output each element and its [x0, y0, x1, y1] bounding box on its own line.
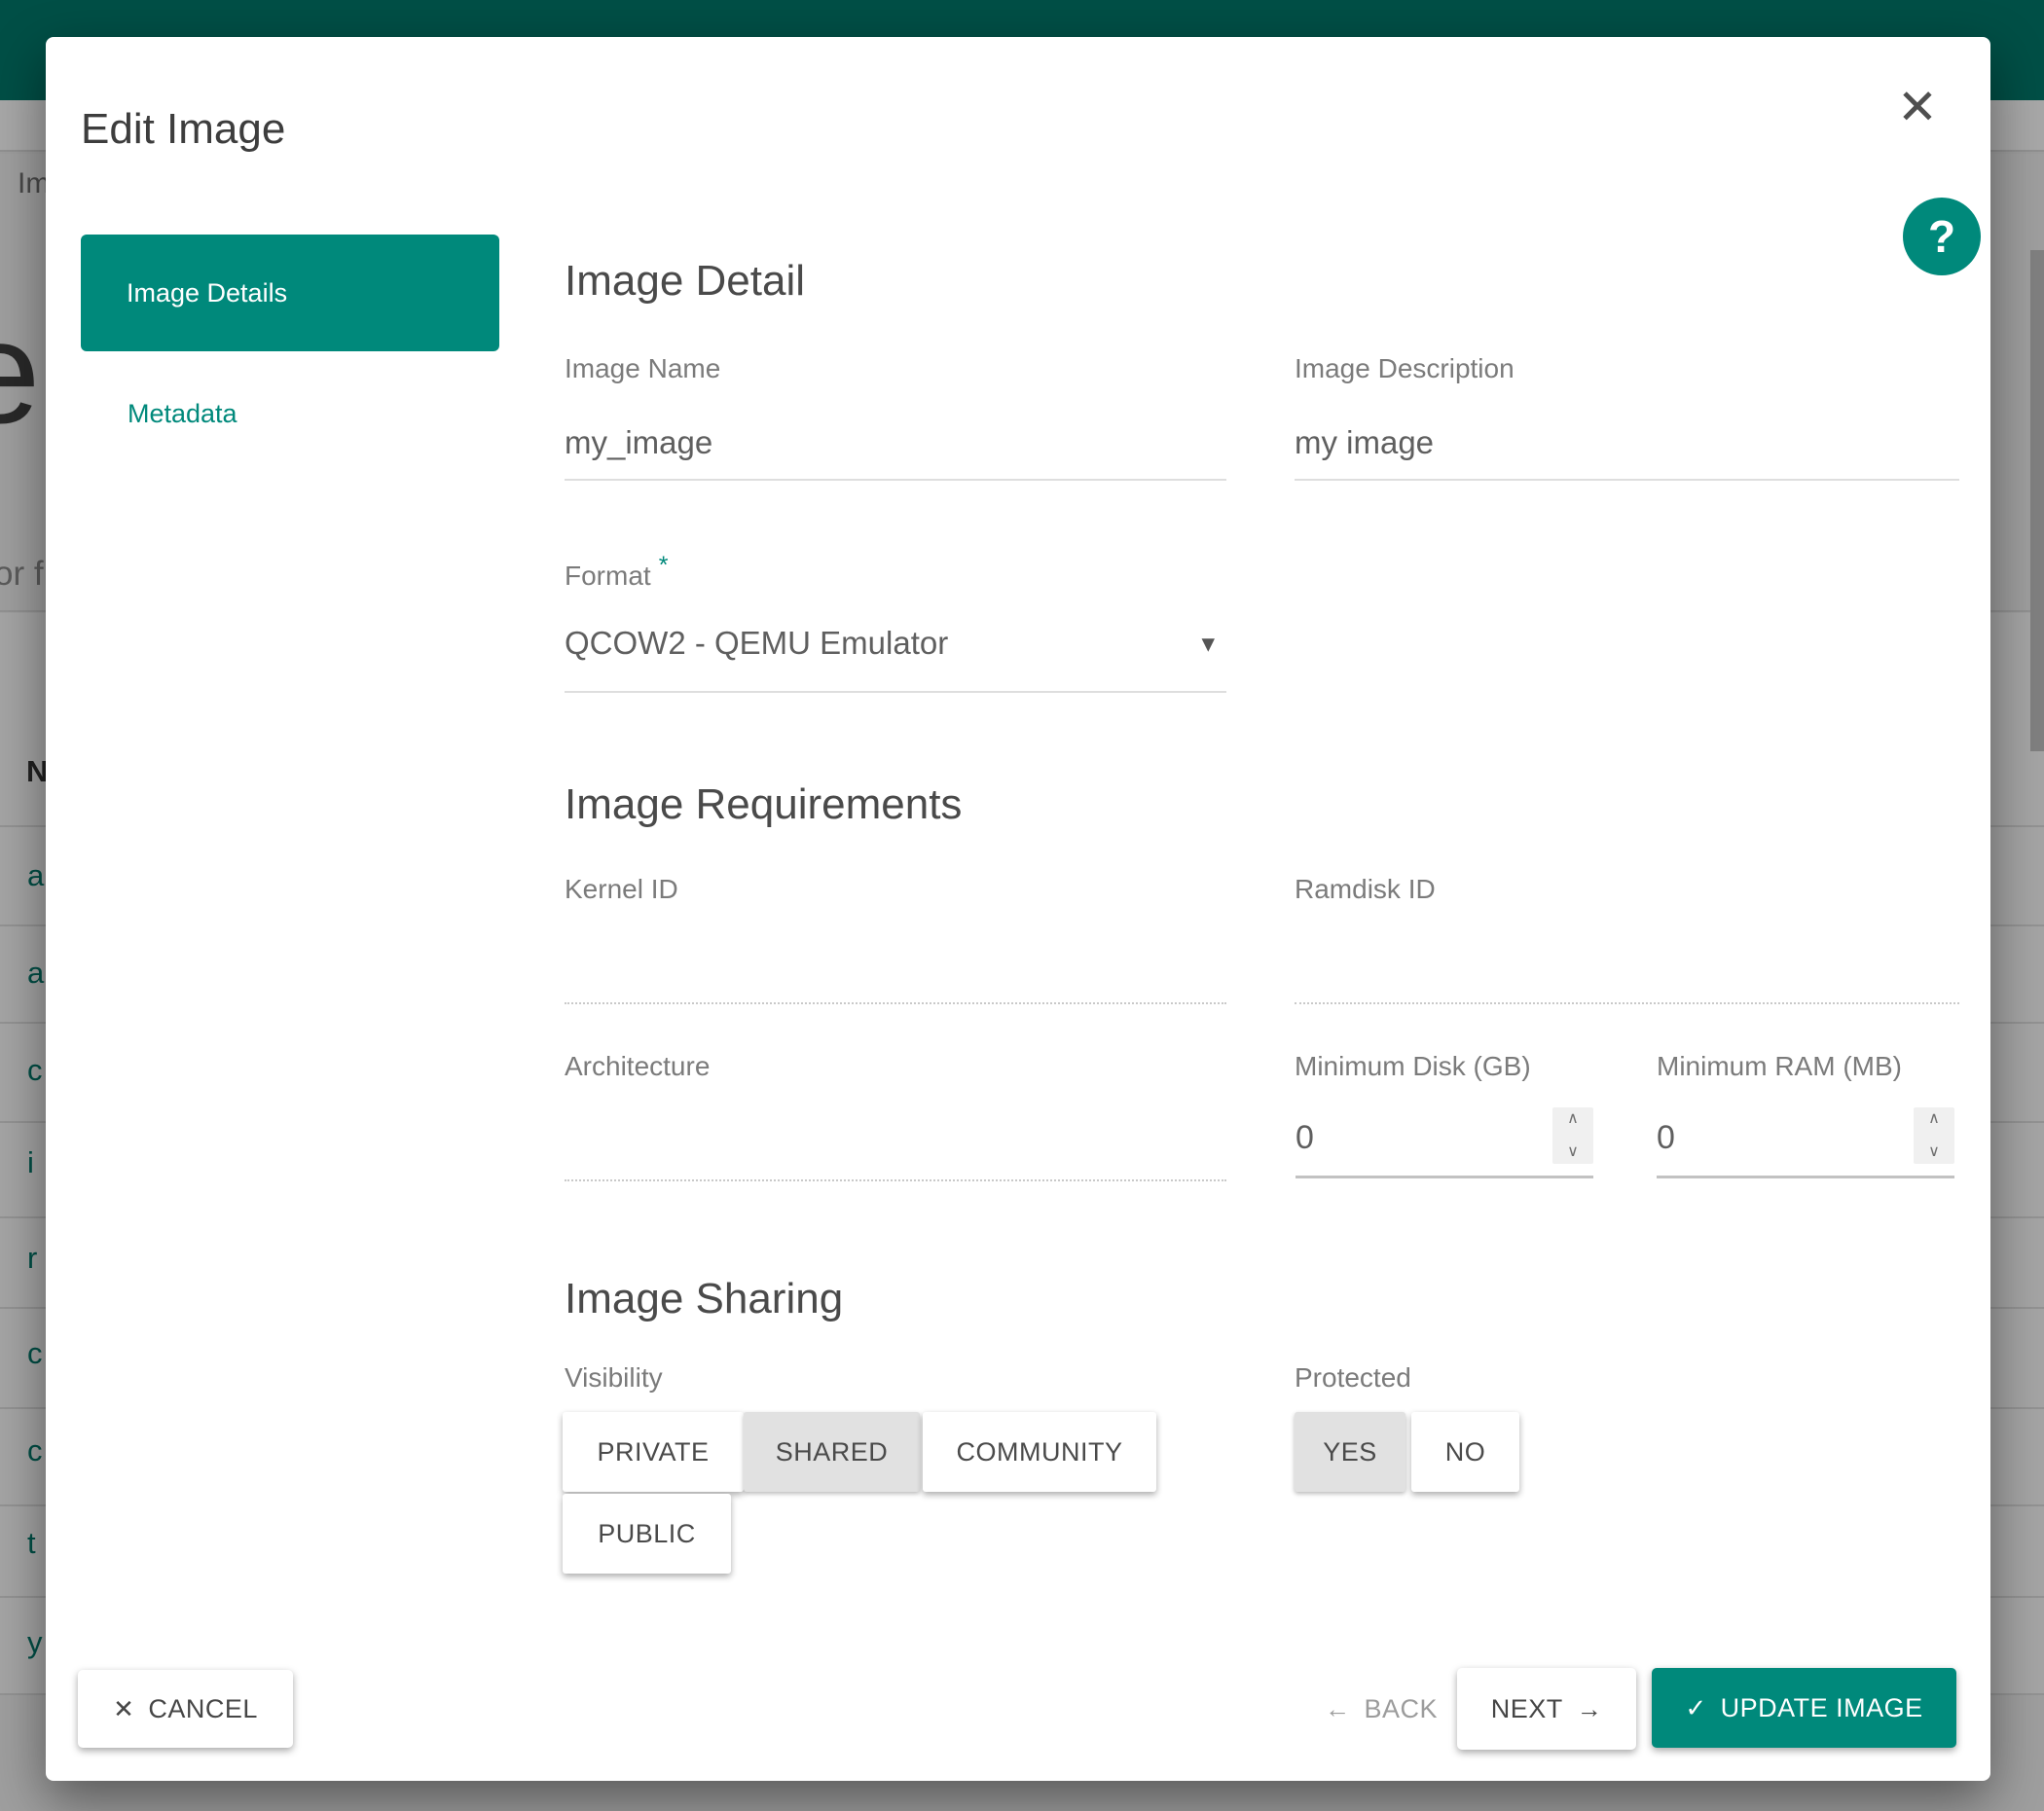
min-ram-spinner[interactable]: ∧ ∨ — [1914, 1107, 1954, 1164]
chevron-up-icon[interactable]: ∧ — [1567, 1111, 1579, 1127]
section-heading-image-sharing: Image Sharing — [565, 1275, 844, 1322]
required-star-icon: * — [658, 552, 669, 579]
next-button[interactable]: NEXT → — [1457, 1668, 1636, 1750]
visibility-label: Visibility — [565, 1362, 663, 1393]
ramdisk-id-input[interactable] — [1295, 942, 1959, 1004]
chevron-down-icon[interactable]: ∨ — [1928, 1144, 1940, 1160]
help-icon[interactable]: ? — [1903, 198, 1981, 275]
min-disk-value: 0 — [1296, 1119, 1314, 1156]
image-name-label: Image Name — [565, 353, 721, 383]
next-arrow-icon: → — [1576, 1693, 1603, 1723]
cancel-label: CANCEL — [148, 1693, 258, 1723]
architecture-input[interactable] — [565, 1119, 1226, 1181]
section-heading-image-detail: Image Detail — [565, 257, 806, 305]
image-name-input[interactable]: my_image — [565, 418, 1226, 483]
format-value: QCOW2 - QEMU Emulator — [565, 625, 949, 661]
select-underline — [565, 691, 1226, 693]
back-label: BACK — [1364, 1693, 1439, 1723]
input-underline — [1295, 479, 1959, 481]
kernel-id-label: Kernel ID — [565, 874, 678, 904]
chevron-down-icon[interactable]: ∨ — [1567, 1144, 1579, 1160]
protected-yes-button[interactable]: YES — [1295, 1412, 1405, 1492]
format-label: Format * — [565, 552, 669, 591]
image-description-input[interactable]: my image — [1295, 418, 1959, 483]
min-disk-stepper[interactable]: 0 ∧ ∨ — [1296, 1107, 1593, 1178]
cancel-x-icon: ✕ — [113, 1693, 135, 1723]
back-arrow-icon: ← — [1324, 1693, 1351, 1723]
min-ram-stepper[interactable]: 0 ∧ ∨ — [1657, 1107, 1954, 1178]
architecture-label: Architecture — [565, 1051, 711, 1081]
visibility-private-button[interactable]: PRIVATE — [563, 1412, 744, 1492]
min-disk-spinner[interactable]: ∧ ∨ — [1552, 1107, 1593, 1164]
tab-image-details-label: Image Details — [127, 277, 288, 308]
input-underline — [1296, 1176, 1593, 1178]
protected-label: Protected — [1295, 1362, 1411, 1393]
check-icon: ✓ — [1685, 1692, 1707, 1722]
min-ram-label: Minimum RAM (MB) — [1657, 1051, 1902, 1081]
input-underline-dotted — [1295, 1002, 1959, 1004]
input-underline — [565, 479, 1226, 481]
section-heading-image-requirements: Image Requirements — [565, 780, 963, 828]
image-description-label: Image Description — [1295, 353, 1515, 383]
visibility-shared-button[interactable]: SHARED — [744, 1412, 920, 1492]
chevron-up-icon[interactable]: ∧ — [1928, 1111, 1940, 1127]
tab-image-details[interactable]: Image Details — [81, 235, 499, 351]
visibility-public-button[interactable]: PUBLIC — [563, 1494, 731, 1574]
next-label: NEXT — [1490, 1693, 1563, 1723]
image-description-value: my image — [1295, 424, 1435, 460]
cancel-button[interactable]: ✕ CANCEL — [78, 1670, 293, 1748]
update-image-label: UPDATE IMAGE — [1720, 1692, 1923, 1722]
chevron-down-icon: ▾ — [1201, 628, 1215, 658]
back-button[interactable]: ← BACK — [1284, 1670, 1478, 1748]
input-underline-dotted — [565, 1002, 1226, 1004]
min-ram-value: 0 — [1657, 1119, 1675, 1156]
format-select[interactable]: QCOW2 - QEMU Emulator ▾ — [565, 625, 1226, 662]
input-underline-dotted — [565, 1179, 1226, 1181]
ramdisk-id-label: Ramdisk ID — [1295, 874, 1436, 904]
visibility-community-button[interactable]: COMMUNITY — [923, 1412, 1156, 1492]
tab-metadata[interactable]: Metadata — [128, 399, 237, 429]
input-underline — [1657, 1176, 1954, 1178]
update-image-button[interactable]: ✓ UPDATE IMAGE — [1652, 1668, 1956, 1748]
close-icon[interactable]: ✕ — [1888, 78, 1947, 136]
edit-image-modal: Edit Image ✕ ? Image Details Metadata Im… — [46, 37, 1990, 1781]
modal-title: Edit Image — [81, 105, 286, 153]
kernel-id-input[interactable] — [565, 942, 1226, 1004]
image-name-value: my_image — [565, 424, 713, 460]
min-disk-label: Minimum Disk (GB) — [1295, 1051, 1531, 1081]
protected-no-button[interactable]: NO — [1411, 1412, 1519, 1492]
